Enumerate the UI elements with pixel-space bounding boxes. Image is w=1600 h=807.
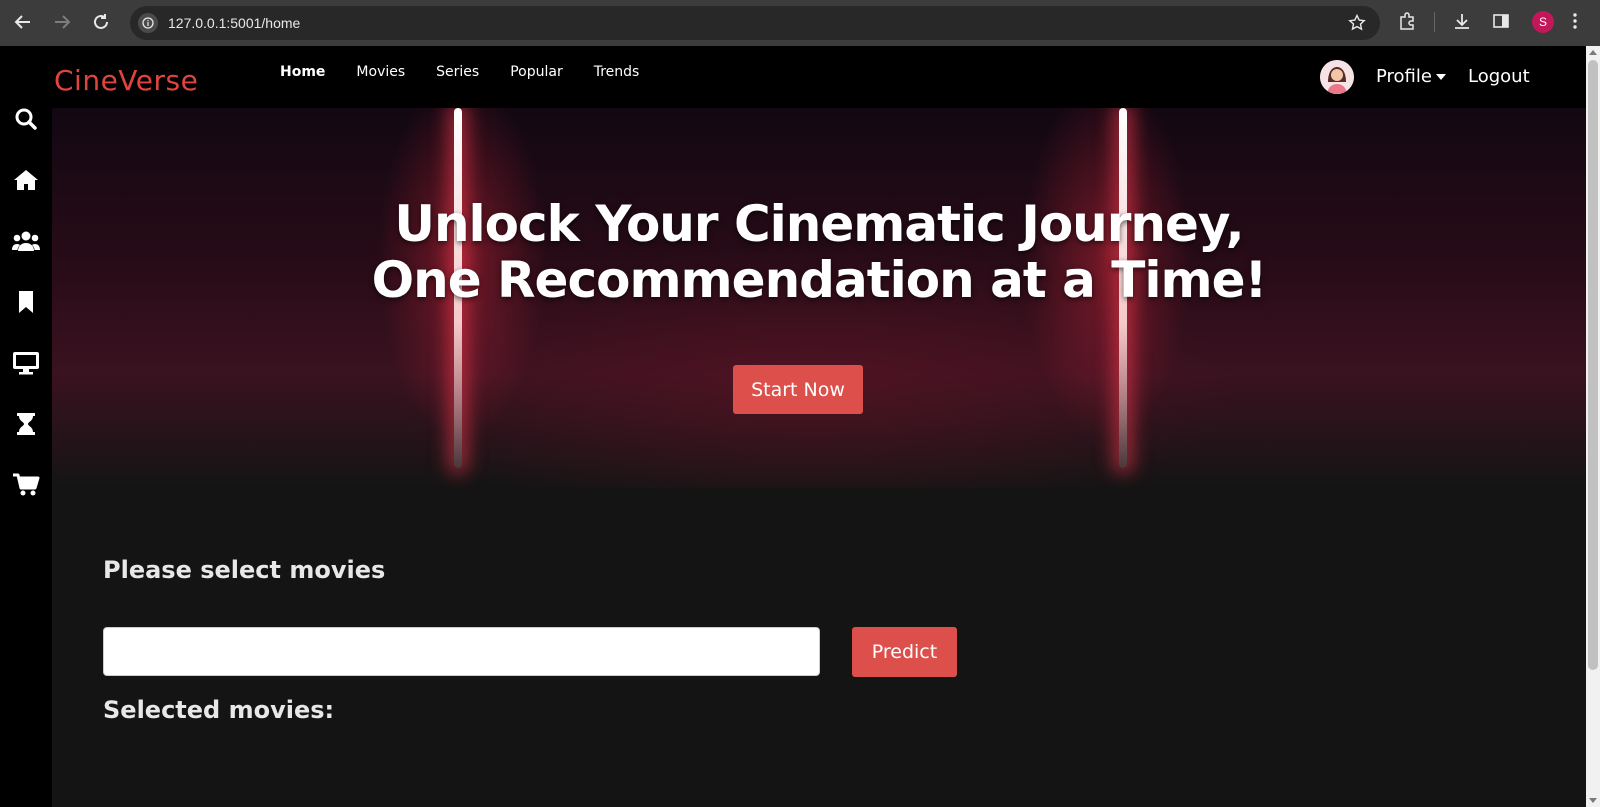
page-viewport: CineVerse Home Movies Series Popular Tre…	[0, 46, 1586, 807]
predict-button[interactable]: Predict	[852, 627, 957, 677]
hero-title-line-2: One Recommendation at a Time!	[371, 251, 1268, 309]
forward-icon[interactable]	[51, 11, 73, 33]
hourglass-icon[interactable]	[12, 410, 40, 438]
kebab-menu-icon[interactable]	[1572, 11, 1578, 36]
site-header: CineVerse Home Movies Series Popular Tre…	[52, 46, 1586, 108]
movie-select-input[interactable]	[103, 627, 820, 676]
scrollbar[interactable]	[1586, 46, 1600, 807]
logout-link[interactable]: Logout	[1468, 66, 1530, 87]
avatar[interactable]	[1320, 60, 1354, 94]
monitor-icon[interactable]	[12, 349, 40, 377]
scroll-up-icon[interactable]	[1589, 50, 1597, 55]
browser-profile-avatar[interactable]: S	[1532, 11, 1554, 33]
users-icon[interactable]	[12, 227, 40, 255]
toolbar-divider	[1434, 12, 1435, 32]
browser-toolbar: 127.0.0.1:5001/home S	[0, 0, 1600, 46]
nav-series[interactable]: Series	[436, 64, 479, 80]
selected-movies-heading: Selected movies:	[103, 696, 335, 724]
scrollbar-thumb[interactable]	[1588, 60, 1598, 670]
nav-movies[interactable]: Movies	[356, 64, 405, 80]
nav-home[interactable]: Home	[280, 64, 325, 80]
brand-logo[interactable]: CineVerse	[54, 64, 198, 97]
scroll-down-icon[interactable]	[1589, 798, 1597, 803]
reload-icon[interactable]	[90, 11, 112, 33]
address-bar[interactable]: 127.0.0.1:5001/home	[130, 6, 1380, 40]
nav-trends[interactable]: Trends	[594, 64, 640, 80]
hero-title-line-1: Unlock Your Cinematic Journey,	[394, 195, 1244, 253]
url-text[interactable]: 127.0.0.1:5001/home	[168, 15, 300, 31]
back-icon[interactable]	[12, 11, 34, 33]
main-nav: Home Movies Series Popular Trends	[280, 64, 670, 80]
search-icon[interactable]	[12, 105, 40, 133]
home-icon[interactable]	[12, 166, 40, 194]
extensions-icon[interactable]	[1397, 11, 1417, 36]
bookmark-star-icon[interactable]	[1348, 13, 1366, 37]
hero-title: Unlock Your Cinematic Journey, One Recom…	[52, 196, 1586, 308]
bookmark-icon[interactable]	[12, 288, 40, 316]
select-movies-heading: Please select movies	[103, 556, 386, 584]
profile-dropdown[interactable]: Profile	[1376, 66, 1446, 87]
nav-popular[interactable]: Popular	[510, 64, 563, 80]
start-now-button[interactable]: Start Now	[733, 365, 863, 414]
side-panel-icon[interactable]	[1491, 11, 1511, 36]
hero-banner: Unlock Your Cinematic Journey, One Recom…	[52, 108, 1586, 488]
site-info-icon[interactable]	[138, 13, 158, 33]
chevron-down-icon	[1435, 73, 1446, 80]
cart-icon[interactable]	[12, 471, 40, 499]
profile-label: Profile	[1376, 66, 1432, 87]
download-icon[interactable]	[1452, 11, 1472, 36]
sidebar	[0, 46, 52, 807]
